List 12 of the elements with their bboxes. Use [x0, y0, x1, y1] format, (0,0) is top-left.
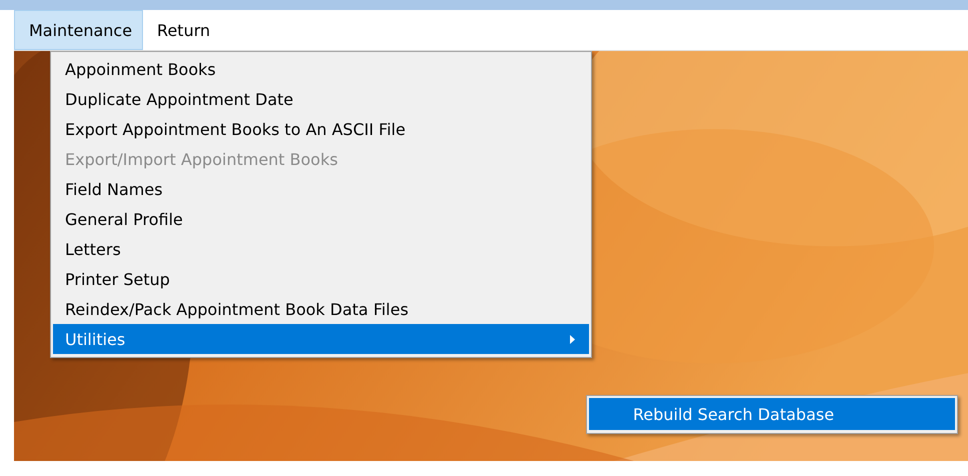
menu-item[interactable]: Reindex/Pack Appointment Book Data Files [53, 294, 589, 324]
menu-item[interactable]: Utilities [53, 324, 589, 354]
menu-item[interactable]: General Profile [53, 204, 589, 234]
menu-item[interactable]: Appoinment Books [53, 54, 589, 84]
menu-item[interactable]: Printer Setup [53, 264, 589, 294]
menu-bar-item[interactable]: Maintenance [14, 10, 144, 50]
menu-item[interactable]: Field Names [53, 174, 589, 204]
menu-item[interactable]: Rebuild Search Database [589, 398, 955, 430]
menu-bar-item[interactable]: Return [143, 10, 220, 50]
menu-item[interactable]: Letters [53, 234, 589, 264]
menu-item[interactable]: Export Appointment Books to An ASCII File [53, 114, 589, 144]
menu-item[interactable]: Duplicate Appointment Date [53, 84, 589, 114]
